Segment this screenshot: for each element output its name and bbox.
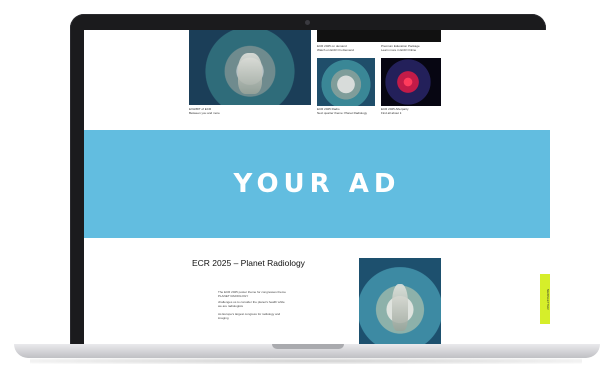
ad-banner[interactable]: YOUR AD [84, 130, 550, 238]
featured-image[interactable] [189, 30, 311, 105]
featured-subtitle: Between you and more [189, 111, 220, 115]
article-title: ECR 2025 – Planet Radiology [192, 258, 305, 268]
tree-illustration [237, 52, 263, 94]
camera-icon [305, 20, 310, 25]
ad-text: YOUR AD [233, 169, 401, 199]
news-subtitle: Watch on ECR On-Demand [317, 48, 354, 52]
radio-thumbnail[interactable] [317, 58, 375, 106]
afterparty-subtitle: Find all about it [381, 111, 402, 115]
article-paragraph-3: As Europe's largest congress for radiolo… [218, 312, 281, 321]
package-subtitle: Learn more in ECR Online [381, 48, 417, 52]
tree-illustration [391, 283, 409, 332]
afterparty-thumbnail[interactable] [381, 58, 441, 106]
article-cover-image[interactable] [359, 258, 441, 344]
dark-thumbnail[interactable] [317, 30, 441, 42]
article-paragraph-2: challenges us to consider the planet's h… [218, 300, 285, 309]
radio-subtitle: Next quarter theme: Planet Radiology [317, 111, 368, 115]
laptop-screen: EXHIBIT of ECR Between you and more ECR … [84, 30, 550, 344]
article-paragraph-1: The ECR 2025 poster theme for congresses… [218, 290, 286, 299]
base-notch [272, 344, 344, 349]
newsletter-side-tab[interactable]: NEWSLETTER [540, 274, 550, 324]
laptop-base [14, 344, 600, 358]
laptop-shadow [30, 358, 582, 364]
